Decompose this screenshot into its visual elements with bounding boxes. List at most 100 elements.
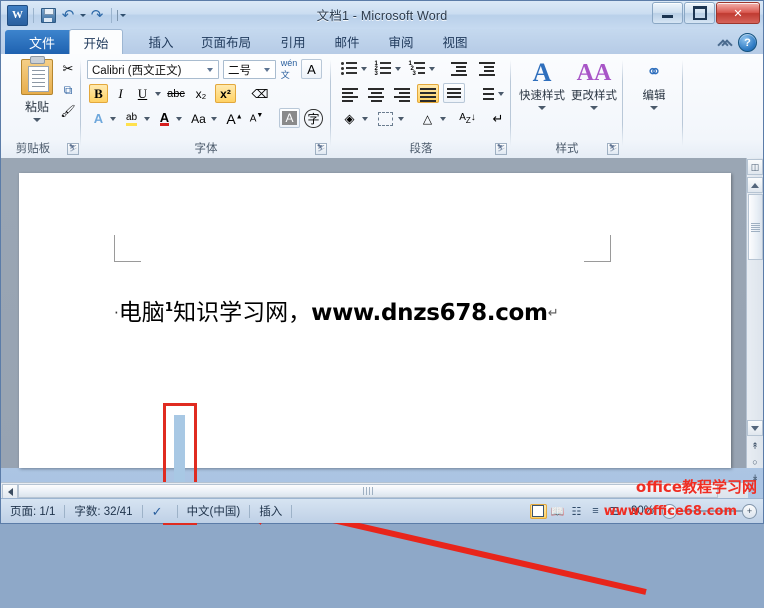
line-spacing-button[interactable]: [475, 84, 497, 103]
save-button[interactable]: [39, 6, 57, 24]
scroll-up-button[interactable]: [747, 177, 763, 193]
paragraph-dialog-launcher[interactable]: ⛷: [495, 143, 507, 155]
increase-indent-button[interactable]: [477, 59, 497, 77]
font-color-button[interactable]: A: [155, 109, 174, 128]
cut-button[interactable]: ✂: [58, 60, 78, 78]
change-case-dropdown-icon[interactable]: [211, 117, 217, 121]
show-marks-toggle-button[interactable]: ↵: [489, 109, 507, 128]
select-browse-object-button[interactable]: ○: [747, 454, 763, 470]
paste-button[interactable]: 粘贴: [13, 56, 61, 125]
borders-dropdown-icon[interactable]: [398, 117, 404, 121]
web-layout-view-button[interactable]: ☷: [568, 504, 585, 519]
tab-page-layout[interactable]: 页面布局: [181, 29, 271, 54]
font-dialog-launcher[interactable]: ⛷: [315, 143, 327, 155]
paste-dropdown-icon[interactable]: [33, 118, 41, 122]
character-border-button[interactable]: A: [301, 59, 322, 79]
close-button[interactable]: ✕: [716, 2, 760, 24]
tab-file[interactable]: 文件: [5, 30, 79, 54]
highlight-dropdown-icon[interactable]: [144, 117, 150, 121]
shrink-font-button[interactable]: A▼: [247, 109, 266, 128]
bold-button[interactable]: B: [89, 84, 108, 103]
clear-formatting-button[interactable]: ⌫: [249, 84, 271, 103]
line-spacing-dropdown-icon[interactable]: [498, 92, 504, 96]
underline-dropdown-icon[interactable]: [155, 92, 161, 96]
chevron-down-icon: [207, 67, 213, 72]
word-logo-icon[interactable]: W: [7, 4, 28, 26]
styles-dialog-launcher[interactable]: ⛷: [607, 143, 619, 155]
shading-button[interactable]: ◈: [339, 109, 360, 128]
multilevel-list-button[interactable]: 1 2 3: [407, 59, 427, 77]
subscript-button[interactable]: x₂: [191, 84, 211, 103]
page-indicator[interactable]: 页面: 1/1: [1, 503, 64, 519]
text-effects-button[interactable]: A: [89, 109, 108, 128]
minimize-button[interactable]: [652, 2, 683, 24]
highlight-button[interactable]: ab: [121, 109, 142, 128]
scroll-down-button[interactable]: [747, 420, 763, 436]
tab-view[interactable]: 视图: [421, 29, 489, 54]
document-paragraph[interactable]: ·电脑1知识学习网，www.dnzs678.com↵: [114, 293, 674, 327]
italic-button[interactable]: I: [111, 84, 130, 103]
format-painter-button[interactable]: 🖌: [58, 102, 78, 120]
enclose-characters-button[interactable]: 字: [303, 108, 324, 128]
align-right-button[interactable]: [391, 84, 413, 103]
collapse-ribbon-icon[interactable]: [718, 36, 731, 49]
sort-button[interactable]: AZ↓: [457, 109, 478, 128]
clipboard-dialog-launcher[interactable]: ⛷: [67, 143, 79, 155]
grow-font-button[interactable]: A▲: [225, 109, 244, 128]
change-styles-button[interactable]: AA 更改样式: [569, 59, 619, 110]
underline-button[interactable]: U: [133, 84, 152, 103]
paste-icon: [21, 56, 53, 95]
numbering-dropdown-icon[interactable]: [395, 67, 401, 71]
borders-button[interactable]: [375, 109, 396, 128]
previous-page-button[interactable]: ↟: [747, 438, 763, 454]
show-formatting-marks-button[interactable]: △: [417, 109, 438, 128]
change-styles-dropdown-icon[interactable]: [590, 106, 598, 110]
help-button[interactable]: ?: [738, 33, 757, 52]
align-left-button[interactable]: [339, 84, 361, 103]
text-effects-dropdown-icon[interactable]: [110, 117, 116, 121]
document-page[interactable]: ·电脑1知识学习网，www.dnzs678.com↵: [19, 173, 731, 468]
bullets-dropdown-icon[interactable]: [361, 67, 367, 71]
shading-dropdown-icon[interactable]: [362, 117, 368, 121]
align-justify-button[interactable]: [417, 84, 439, 103]
character-shading-button[interactable]: A: [279, 108, 300, 128]
bullets-button[interactable]: [339, 59, 359, 77]
tab-home[interactable]: 开始: [69, 29, 123, 55]
font-color-dropdown-icon[interactable]: [176, 117, 182, 121]
horizontal-scroll-thumb[interactable]: [18, 484, 718, 498]
zoom-in-button[interactable]: +: [742, 503, 757, 519]
maximize-button[interactable]: [684, 2, 715, 24]
phonetic-guide-button[interactable]: wén 文: [279, 58, 299, 80]
customize-qat-button[interactable]: [117, 9, 126, 21]
marks-dropdown-icon[interactable]: [440, 117, 446, 121]
editing-dropdown-icon[interactable]: [650, 106, 658, 110]
undo-dropdown-icon[interactable]: [80, 13, 86, 17]
quick-styles-button[interactable]: A 快速样式: [517, 59, 567, 110]
copy-button[interactable]: ⧉: [58, 81, 78, 99]
url-text: www.dnzs678.com: [311, 300, 548, 326]
redo-button[interactable]: ↷: [88, 6, 106, 24]
strikethrough-button[interactable]: abc: [165, 84, 187, 103]
superscript-button[interactable]: x²: [215, 84, 236, 103]
proofing-status-button[interactable]: ✓: [143, 504, 177, 519]
insert-mode-indicator[interactable]: 插入: [250, 503, 291, 519]
numbering-button[interactable]: 1 2 3: [373, 59, 393, 77]
quick-styles-dropdown-icon[interactable]: [538, 106, 546, 110]
vertical-scroll-thumb[interactable]: [747, 194, 763, 260]
print-layout-view-button[interactable]: [529, 503, 547, 519]
split-window-button[interactable]: ◫: [747, 159, 763, 175]
language-indicator[interactable]: 中文(中国): [178, 503, 250, 519]
editing-button[interactable]: ⚭ 编辑: [633, 59, 675, 110]
distribute-button[interactable]: [443, 83, 465, 103]
word-count[interactable]: 字数: 32/41: [65, 503, 141, 519]
outline-view-button[interactable]: ≡: [587, 504, 604, 519]
decrease-indent-button[interactable]: [449, 59, 469, 77]
align-center-button[interactable]: [365, 84, 387, 103]
multilevel-dropdown-icon[interactable]: [429, 67, 435, 71]
change-case-button[interactable]: Aa: [187, 109, 210, 128]
vertical-scrollbar[interactable]: ◫ ↟ ○ ↡: [746, 158, 763, 483]
font-name-combo[interactable]: Calibri (西文正文): [87, 60, 219, 79]
undo-button[interactable]: ↶: [59, 6, 77, 24]
full-screen-reading-view-button[interactable]: 📖: [549, 504, 566, 519]
font-size-combo[interactable]: 二号: [223, 60, 276, 79]
